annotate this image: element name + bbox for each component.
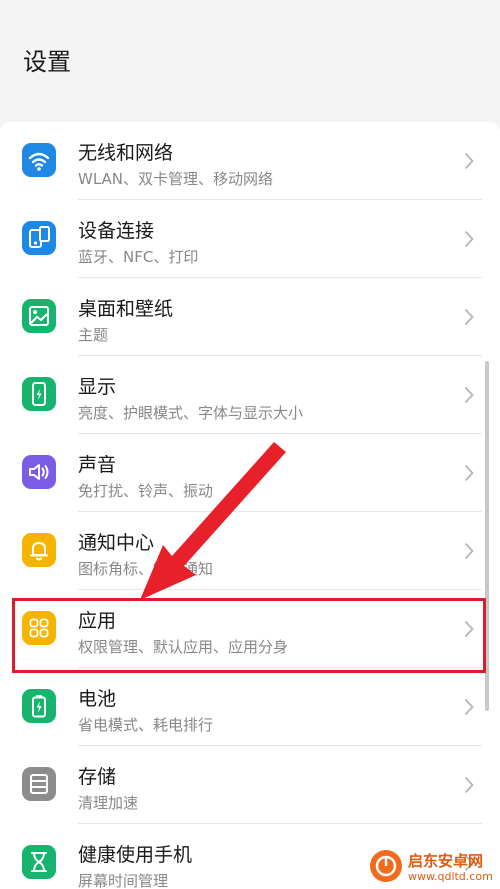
settings-item-battery[interactable]: 电池 省电模式、耗电排行	[0, 668, 500, 746]
watermark-title: 启东安卓网	[408, 852, 484, 870]
display-icon	[22, 377, 56, 411]
chevron-right-icon	[464, 776, 474, 794]
chevron-right-icon	[464, 464, 474, 482]
page-title: 设置	[23, 48, 71, 76]
item-subtitle: 省电模式、耗电排行	[78, 716, 214, 734]
item-label: 健康使用手机	[78, 844, 193, 866]
chevron-right-icon	[464, 308, 474, 326]
item-subtitle: 主题	[78, 326, 109, 344]
chevron-right-icon	[464, 542, 474, 560]
item-label: 通知中心	[78, 532, 155, 554]
item-subtitle: 免打扰、铃声、振动	[78, 482, 214, 500]
chevron-right-icon	[464, 386, 474, 404]
item-subtitle: WLAN、双卡管理、移动网络	[78, 170, 274, 188]
device-connection-icon	[22, 221, 56, 255]
settings-item-sound[interactable]: 声音 免打扰、铃声、振动	[0, 434, 500, 512]
item-subtitle: 图标角标、锁屏通知	[78, 560, 214, 578]
battery-icon	[22, 689, 56, 723]
watermark-logo: 启东安卓网 www.qdltd.com	[370, 850, 495, 884]
settings-item-device-connection[interactable]: 设备连接 蓝牙、NFC、打印	[0, 200, 500, 278]
settings-list: 无线和网络 WLAN、双卡管理、移动网络 设备连接 蓝牙、NFC、打印 桌面和壁…	[0, 122, 500, 889]
sound-icon	[22, 455, 56, 489]
watermark-badge-icon	[370, 850, 402, 882]
apps-highlight-box	[12, 598, 486, 673]
item-subtitle: 蓝牙、NFC、打印	[78, 248, 199, 266]
item-label: 桌面和壁纸	[78, 298, 174, 320]
header: 设置	[0, 0, 500, 100]
item-subtitle: 清理加速	[78, 794, 139, 812]
storage-icon	[22, 767, 56, 801]
settings-item-wireless-network[interactable]: 无线和网络 WLAN、双卡管理、移动网络	[0, 122, 500, 200]
wallpaper-icon	[22, 299, 56, 333]
bell-icon	[22, 533, 56, 567]
hourglass-icon	[22, 845, 56, 879]
chevron-right-icon	[464, 152, 474, 170]
chevron-right-icon	[464, 230, 474, 248]
item-subtitle: 屏幕时间管理	[78, 872, 169, 889]
item-label: 声音	[78, 454, 117, 476]
wifi-icon	[22, 143, 56, 177]
settings-item-display[interactable]: 显示 亮度、护眼模式、字体与显示大小	[0, 356, 500, 434]
settings-item-storage[interactable]: 存储 清理加速	[0, 746, 500, 824]
item-label: 电池	[78, 688, 117, 710]
item-label: 无线和网络	[78, 142, 174, 164]
item-label: 显示	[78, 376, 117, 398]
item-label: 存储	[78, 766, 117, 788]
item-label: 设备连接	[78, 220, 155, 242]
watermark-url: www.qdltd.com	[408, 870, 493, 883]
chevron-right-icon	[464, 698, 474, 716]
item-subtitle: 亮度、护眼模式、字体与显示大小	[78, 404, 304, 422]
settings-item-notification-center[interactable]: 通知中心 图标角标、锁屏通知	[0, 512, 500, 590]
settings-item-desktop-wallpaper[interactable]: 桌面和壁纸 主题	[0, 278, 500, 356]
